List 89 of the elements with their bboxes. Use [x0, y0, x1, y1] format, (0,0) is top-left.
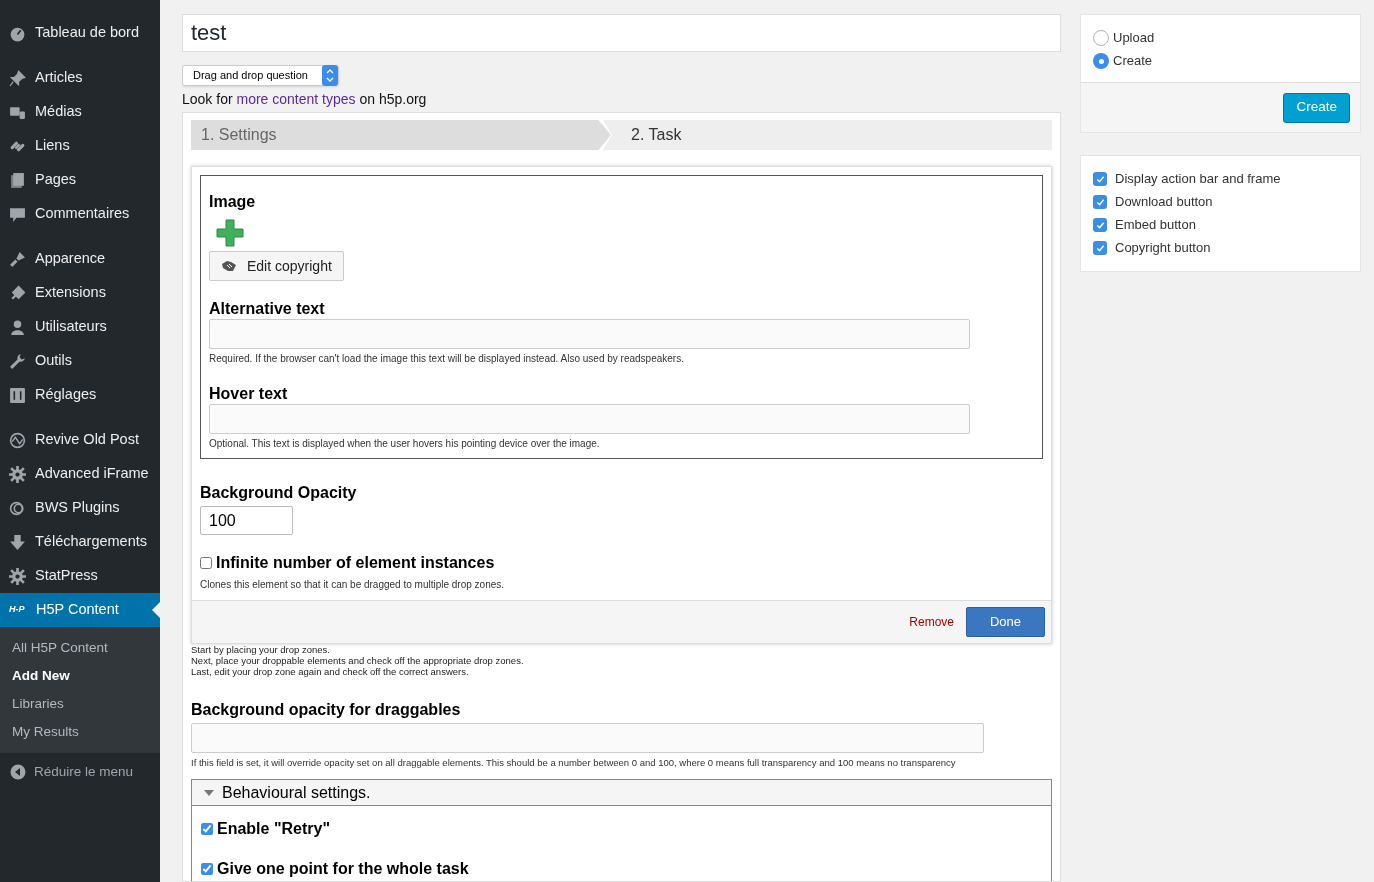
checkbox[interactable] [201, 823, 213, 836]
submenu-item[interactable]: My Results [0, 718, 160, 746]
sliders-icon [9, 386, 26, 404]
current-item-pointer [152, 602, 160, 618]
collapse-menu-button[interactable]: Réduire le menu [0, 754, 160, 790]
text-field[interactable] [209, 404, 970, 434]
instruction-text: Last, edit your drop zone again and check off the correct answers. [191, 666, 470, 677]
sidebar-item[interactable]: Extensions [0, 276, 160, 310]
sidebar-item[interactable]: Liens [0, 129, 160, 163]
checkmark-icon [1095, 174, 1105, 184]
submenu-item[interactable]: Add New [0, 662, 160, 690]
add-image-plus-icon[interactable] [215, 218, 245, 248]
edit-copyright-button[interactable]: Edit copyright [209, 251, 344, 281]
wrench-icon [9, 352, 26, 370]
person-icon [9, 318, 26, 336]
checkbox-label: Copyright button [1115, 239, 1211, 258]
field-description: Optional. This text is displayed when the user hovers his pointing device over the image. [209, 437, 601, 451]
pin-icon [9, 69, 26, 87]
pages-icon [9, 171, 26, 189]
checkbox[interactable] [201, 863, 213, 876]
sidebar-item[interactable]: H-P H5P Content [0, 593, 160, 627]
title-field[interactable]: test [182, 14, 1061, 52]
sidebar-item[interactable]: Advanced iFrame [0, 457, 160, 491]
checkbox-label: Enable "Retry" [217, 819, 330, 840]
down-arrow-icon [9, 533, 26, 551]
done-button[interactable]: Done [966, 607, 1045, 637]
radio-label: Create [1113, 52, 1153, 71]
sidebar-item[interactable]: Articles [0, 61, 160, 95]
opacity-field[interactable]: 100 [200, 506, 293, 535]
sidebar-item[interactable]: Téléchargements [0, 525, 160, 559]
brush-icon [9, 250, 26, 268]
rings-icon [9, 499, 26, 517]
checkbox[interactable] [1093, 195, 1107, 209]
caret-down-icon [204, 789, 214, 796]
behaviour-group-header[interactable]: Behavioural settings. [192, 780, 1051, 807]
field-description: Clones this element so that it can be dragged to multiple drop zones. [200, 578, 506, 592]
step-tab[interactable]: 2. Task [603, 120, 1052, 150]
checkbox[interactable] [200, 557, 212, 569]
sidebar-item[interactable]: Pages [0, 163, 160, 197]
checkbox-label: Display action bar and frame [1115, 170, 1281, 189]
checkbox[interactable] [1093, 241, 1107, 255]
sidebar-item[interactable]: StatPress [0, 559, 160, 593]
checkmark-icon [1095, 243, 1105, 253]
checkmark-icon [1095, 197, 1105, 207]
sidebar-item[interactable]: Tableau de bord [0, 16, 160, 50]
checkbox-label: Give one point for the whole task [217, 859, 469, 880]
sidebar-item[interactable]: Utilisateurs [0, 310, 160, 344]
wave-circle-icon [9, 431, 26, 449]
checkbox-label: Infinite number of element instances [216, 553, 495, 573]
gear-icon [9, 567, 26, 585]
sidebar-item[interactable]: Outils [0, 344, 160, 378]
text-field[interactable] [209, 319, 970, 349]
sidebar-item[interactable]: Médias [0, 95, 160, 129]
sidebar-item[interactable]: BWS Plugins [0, 491, 160, 525]
sidebar-item[interactable]: Revive Old Post [0, 423, 160, 457]
remove-link[interactable]: Remove [909, 613, 954, 631]
speech-bubble-icon [9, 205, 26, 223]
h5p-logo: H-P [9, 603, 26, 617]
select-arrows-icon [322, 65, 338, 86]
collapse-icon [10, 764, 26, 780]
more-content-types-link[interactable]: more content types [236, 91, 356, 107]
instruction-text: Next, place your droppable elements and check off the appropriate drop zones. [191, 655, 525, 666]
checkbox-label: Embed button [1115, 216, 1196, 235]
radio-button[interactable] [1093, 53, 1109, 69]
field-label: Background Opacity [200, 483, 358, 503]
field-label: Hover text [209, 385, 289, 403]
sidebar-item[interactable]: Apparence [0, 242, 160, 276]
checkbox[interactable] [1093, 218, 1107, 232]
submenu-item[interactable]: All H5P Content [0, 634, 160, 662]
step-tab[interactable]: 1. Settings [191, 120, 611, 150]
checkbox-label: Download button [1115, 193, 1213, 212]
field-label: Alternative text [209, 300, 326, 318]
checkbox[interactable] [1093, 172, 1107, 186]
sidebar-item[interactable]: Réglages [0, 378, 160, 412]
radio-button[interactable] [1093, 30, 1109, 46]
radio-label: Upload [1113, 29, 1155, 48]
submenu-item[interactable]: Libraries [0, 690, 160, 718]
field-label: Background opacity for draggables [191, 700, 462, 720]
text-field[interactable] [191, 723, 984, 753]
plug-icon [9, 284, 26, 302]
gear-icon [9, 465, 26, 483]
instruction-text: Start by placing your drop zones. [191, 644, 331, 655]
content-types-hint: Look for more content types on h5p.org [182, 90, 428, 109]
content-type-select[interactable]: Drag and drop question [182, 65, 339, 86]
checkmark-icon [1095, 220, 1105, 230]
field-label: Image [209, 192, 257, 212]
field-description: Required. If the browser can't load the image this text will be displayed instead. Also used by readspeakers. [209, 352, 685, 366]
field-description: If this field is set, it will override opacity set on all draggable elements. This should be a number between 0 and 100, where 0 means full transparency and 100 means no transparency [191, 756, 957, 770]
sidebar-item[interactable]: Commentaires [0, 197, 160, 231]
